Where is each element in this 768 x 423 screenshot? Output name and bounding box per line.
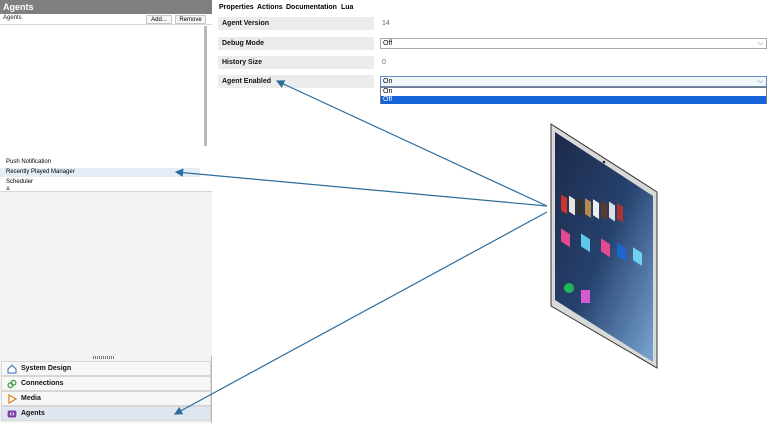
nav-agents-label: Agents [21,410,45,417]
tab-properties[interactable]: Properties [219,2,254,14]
house-icon [7,364,17,374]
agent-enabled-label: Agent Enabled [218,75,374,88]
app-tile [581,290,590,303]
remove-agent-button[interactable]: Remove [175,15,206,24]
nav-connections-label: Connections [21,380,64,387]
debug-mode-select[interactable]: Off ⌵ [380,38,767,49]
tablet-device-image [550,123,658,369]
debug-mode-value: Off [383,40,393,47]
nav-system-design[interactable]: System Design [1,361,211,376]
agents-toolbar: Agents Add... Remove [0,14,212,25]
tablet-camera [602,160,606,164]
agents-list-scrollbar[interactable] [204,26,207,146]
tab-lua[interactable]: Lua [341,2,353,13]
panel-splitter-handle[interactable] [93,356,115,359]
nav-media[interactable]: Media [1,391,211,406]
history-size-value: 0 [382,59,386,66]
chevron-down-icon: ⌵ [757,78,763,85]
agent-enabled-dropdown: On Off [380,87,767,104]
nav-media-label: Media [21,395,41,402]
agent-enabled-value: On [383,78,393,85]
play-icon [8,394,17,404]
tab-actions[interactable]: Actions [257,2,283,13]
nav-connections[interactable]: Connections [1,376,211,391]
dropdown-option-off[interactable]: Off [381,96,766,104]
agent-enabled-select[interactable]: On ⌵ [380,76,767,87]
list-item-partial[interactable]: A... [6,186,202,190]
list-item-push-notification[interactable]: Push Notification [6,158,202,167]
link-icon [7,379,17,389]
list-item-recently-played-manager[interactable]: Recently Played Manager [0,168,200,177]
agents-column-label: Agents [3,15,22,21]
add-agent-button[interactable]: Add... [146,15,172,24]
tab-documentation[interactable]: Documentation [286,2,337,13]
history-size-label: History Size [218,56,374,69]
agents-panel-header: Agents [0,0,212,14]
dropdown-option-on[interactable]: On [381,88,766,96]
agent-version-label: Agent Version [218,17,374,30]
nav-system-design-label: System Design [21,365,72,372]
chevron-down-icon: ⌵ [757,40,763,47]
nav-agents[interactable]: Agents [1,406,211,421]
spotify-icon [564,283,574,293]
agent-details-area [0,191,212,356]
tab-bar: Properties Actions Documentation Lua [215,2,515,14]
debug-mode-label: Debug Mode [218,37,374,50]
agent-icon [7,410,17,418]
agent-version-value: 14 [382,20,390,27]
